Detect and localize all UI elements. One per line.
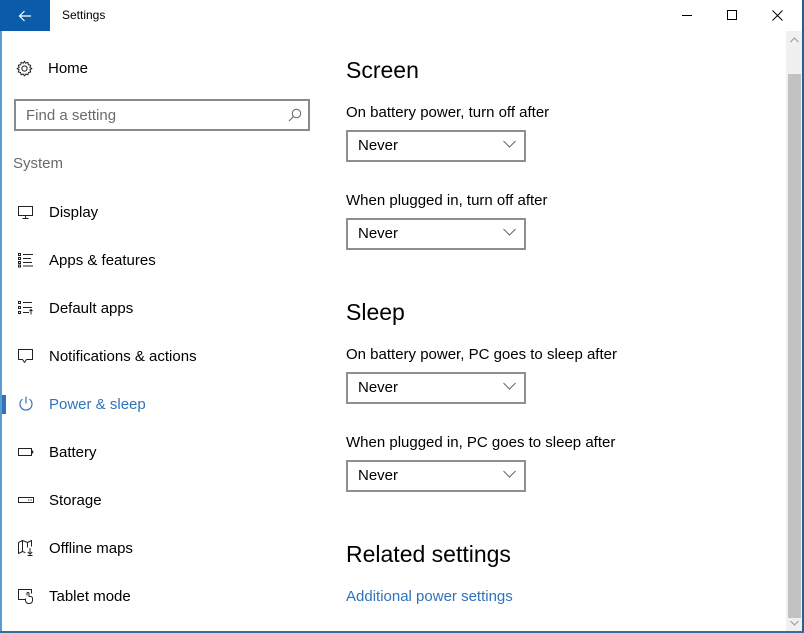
monitor-icon [16, 202, 36, 222]
sidebar-item-label: Battery [49, 443, 97, 461]
power-icon [16, 394, 36, 414]
sidebar-item-apps-features[interactable]: Apps & features [0, 242, 320, 278]
search-input[interactable] [26, 105, 276, 125]
maximize-icon [726, 10, 737, 20]
sidebar-item-label: Offline maps [49, 539, 133, 557]
maximize-button[interactable] [709, 0, 755, 31]
sidebar-item-offline-maps[interactable]: Offline maps [0, 530, 320, 566]
sidebar-item-tablet-mode[interactable]: Tablet mode [0, 578, 320, 614]
map-download-icon [16, 538, 36, 558]
additional-power-settings-link[interactable]: Additional power settings [346, 588, 513, 605]
dropdown-value: Never [358, 467, 399, 484]
back-button[interactable] [0, 0, 50, 31]
group-label-system: System [13, 155, 64, 172]
search-icon[interactable] [288, 108, 302, 122]
home-link[interactable]: Home [16, 56, 88, 80]
section-heading-screen: Screen [346, 57, 419, 83]
screen-battery-dropdown[interactable]: Never [346, 130, 526, 162]
minimize-icon [681, 15, 692, 16]
sidebar-item-label: Notifications & actions [49, 347, 197, 365]
dropdown-value: Never [358, 137, 399, 154]
scroll-up-button[interactable] [786, 31, 802, 48]
sidebar-item-label: Display [49, 203, 99, 221]
sleep-plugged-label: When plugged in, PC goes to sleep after [346, 434, 616, 451]
sleep-battery-dropdown[interactable]: Never [346, 372, 526, 404]
chevron-down-icon [503, 140, 516, 148]
chevron-down-icon [503, 228, 516, 236]
sidebar-item-notifications[interactable]: Notifications & actions [0, 338, 320, 374]
scroll-down-button[interactable] [786, 614, 802, 631]
title-bar: Settings [0, 0, 804, 31]
sidebar-item-battery[interactable]: Battery [0, 434, 320, 470]
speech-bubble-icon [16, 346, 36, 366]
back-arrow-icon [18, 10, 31, 21]
sidebar-item-label: Storage [49, 491, 102, 509]
chevron-up-icon [789, 36, 799, 42]
app-title: Settings [62, 8, 106, 22]
sidebar-item-label: Power & sleep [49, 395, 146, 413]
active-indicator [2, 395, 6, 414]
sidebar-item-label: Default apps [49, 299, 134, 317]
sidebar-item-default-apps[interactable]: Default apps [0, 290, 320, 326]
screen-battery-label: On battery power, turn off after [346, 104, 550, 121]
section-heading-related: Related settings [346, 541, 511, 567]
list-icon [16, 250, 36, 270]
sidebar-item-storage[interactable]: Storage [0, 482, 320, 518]
sidebar-item-display[interactable]: Display [0, 194, 320, 230]
storage-drive-icon [16, 490, 36, 510]
screen-plugged-dropdown[interactable]: Never [346, 218, 526, 250]
battery-icon [16, 442, 36, 462]
home-label: Home [48, 59, 89, 77]
search-box[interactable] [14, 99, 310, 131]
section-heading-sleep: Sleep [346, 299, 405, 325]
gear-icon [16, 60, 33, 76]
sidebar-item-power-sleep[interactable]: Power & sleep [0, 386, 320, 422]
chevron-down-icon [503, 470, 516, 478]
vertical-scrollbar[interactable] [786, 31, 802, 631]
chevron-down-icon [789, 620, 799, 626]
dropdown-value: Never [358, 225, 399, 242]
tablet-mode-icon [16, 586, 36, 606]
default-apps-icon [16, 298, 36, 318]
close-button[interactable] [754, 0, 800, 31]
dropdown-value: Never [358, 379, 399, 396]
sleep-battery-label: On battery power, PC goes to sleep after [346, 346, 617, 363]
chevron-down-icon [503, 382, 516, 390]
minimize-button[interactable] [664, 0, 710, 31]
sidebar-item-label: Apps & features [49, 251, 156, 269]
scroll-thumb[interactable] [788, 74, 801, 618]
screen-plugged-label: When plugged in, turn off after [346, 192, 548, 209]
close-icon [771, 10, 783, 21]
sleep-plugged-dropdown[interactable]: Never [346, 460, 526, 492]
sidebar-item-label: Tablet mode [49, 587, 131, 605]
